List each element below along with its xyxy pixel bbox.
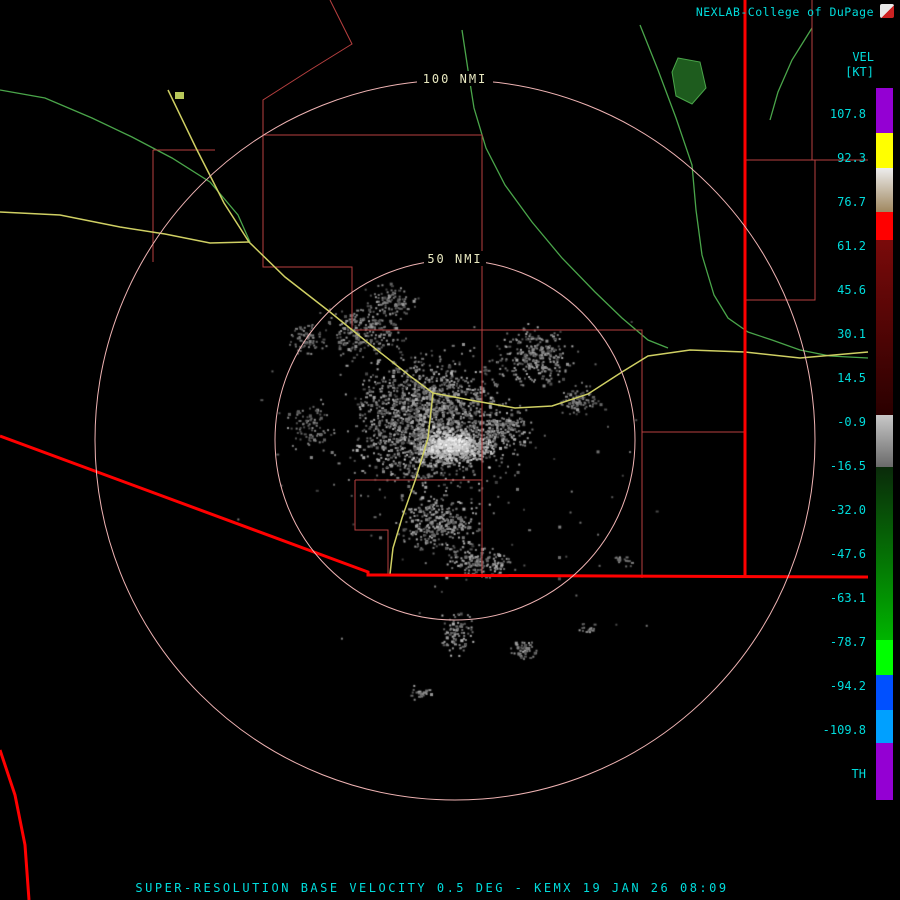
mexico-border-line — [0, 434, 869, 579]
legend-tick: 30.1 — [837, 327, 866, 341]
range-ring-50nmi — [274, 259, 636, 621]
green-area-polygon — [671, 57, 707, 105]
colorbar-segment — [876, 240, 893, 415]
cod-logo-icon — [880, 4, 894, 18]
legend-tick: -63.1 — [829, 591, 866, 605]
ring-label-50nmi: 50 NMI — [427, 252, 482, 266]
county-line — [745, 160, 816, 301]
legend-tick: 14.5 — [837, 371, 866, 385]
brand-text: NEXLAB-College of DuPage — [695, 5, 874, 19]
border-line-sw — [0, 749, 31, 900]
legend-tick: -16.5 — [829, 459, 866, 473]
colorbar-segment — [876, 710, 893, 743]
legend-tick: -32.0 — [829, 503, 866, 517]
colorbar-segment — [876, 212, 893, 240]
legend-units: [KT] — [845, 65, 874, 79]
colorbar-segment — [876, 133, 893, 168]
range-rings: 100 NMI 50 NMI — [94, 71, 816, 801]
map-overlay: 100 NMI 50 NMI — [0, 0, 869, 900]
colorbar-segment — [876, 743, 893, 800]
colorbar-segment — [876, 168, 893, 212]
velocity-colorbar — [876, 88, 893, 800]
legend-tick: -109.8 — [822, 723, 866, 737]
highway-line — [0, 211, 250, 244]
legend-tick: -0.9 — [837, 415, 866, 429]
colorbar-segment — [876, 467, 893, 640]
radar-display: 100 NMI 50 NMI NEXLAB-College of DuPage … — [0, 0, 900, 900]
river-line — [769, 27, 813, 121]
city-marker — [175, 92, 184, 99]
colorbar-segment — [876, 675, 893, 710]
highway-line — [389, 392, 434, 575]
legend-tick: 45.6 — [837, 283, 866, 297]
legend-tick: -47.6 — [829, 547, 866, 561]
legend-tick: 92.3 — [837, 151, 866, 165]
county-lines — [152, 0, 868, 578]
highway-lines — [0, 89, 869, 575]
county-line — [262, 0, 353, 330]
colorbar-segment — [876, 640, 893, 675]
county-line — [354, 480, 389, 575]
legend-threshold-label: TH — [851, 767, 866, 781]
product-caption: SUPER-RESOLUTION BASE VELOCITY 0.5 DEG -… — [135, 881, 729, 895]
colorbar-segment — [876, 88, 893, 133]
legend-tick: 76.7 — [837, 195, 866, 209]
colorbar-segment — [876, 415, 893, 467]
ring-label-100nmi: 100 NMI — [423, 72, 488, 86]
legend-tick: 107.8 — [829, 107, 866, 121]
legend-title: VEL — [852, 50, 874, 64]
river-line — [0, 89, 251, 243]
range-ring-100nmi — [94, 79, 816, 801]
legend-tick: 61.2 — [837, 239, 866, 253]
legend-tick: -78.7 — [829, 635, 866, 649]
legend-tick: -94.2 — [829, 679, 866, 693]
